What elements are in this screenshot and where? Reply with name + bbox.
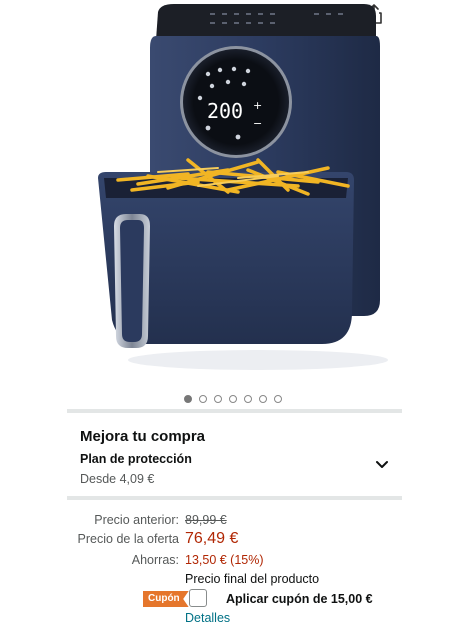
section-divider	[67, 409, 402, 413]
image-carousel-dots	[0, 395, 475, 403]
deal-price-value: 76,49 €	[185, 530, 239, 547]
final-price-note: Precio final del producto	[185, 572, 320, 586]
carousel-dot-7[interactable]	[273, 395, 282, 403]
temperature-readout: 200	[207, 99, 243, 123]
svg-text:−: −	[253, 117, 262, 130]
upgrade-section-title: Mejora tu compra	[80, 428, 206, 445]
carousel-dot-3[interactable]	[213, 395, 222, 403]
savings-label: Ahorras:	[131, 553, 179, 567]
carousel-dot-1[interactable]	[183, 395, 192, 403]
deal-price-label: Precio de la oferta	[77, 532, 179, 546]
chevron-down-icon	[376, 461, 388, 468]
carousel-dot-5[interactable]	[243, 395, 252, 403]
carousel-dot-6[interactable]	[258, 395, 267, 403]
protection-plan-price: Desde 4,09 €	[80, 472, 155, 486]
previous-price-value: 89,99 €	[185, 513, 227, 527]
section-divider	[67, 496, 402, 500]
coupon-badge: Cupón	[143, 591, 189, 607]
product-image[interactable]: 200 + −	[78, 0, 398, 380]
coupon-details-link[interactable]: Detalles	[185, 611, 230, 625]
coupon-checkbox[interactable]	[189, 589, 207, 607]
protection-plan-row[interactable]: Plan de protección Desde 4,09 €	[67, 448, 402, 492]
savings-value: 13,50 € (15%)	[185, 553, 264, 567]
previous-price-label: Precio anterior:	[94, 513, 179, 527]
carousel-dot-4[interactable]	[228, 395, 237, 403]
protection-plan-title: Plan de protección	[80, 452, 192, 466]
svg-text:+: +	[253, 99, 262, 112]
carousel-dot-2[interactable]	[198, 395, 207, 403]
apply-coupon-label[interactable]: Aplicar cupón de 15,00 €	[226, 592, 373, 606]
